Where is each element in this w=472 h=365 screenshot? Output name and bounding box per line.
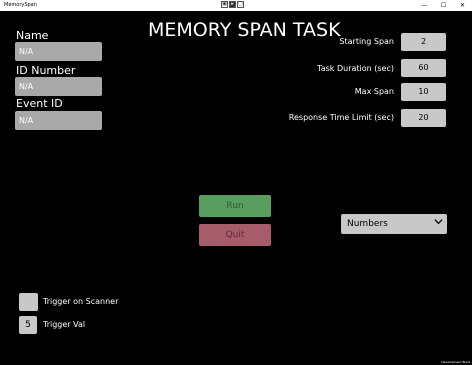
select-element-icon[interactable]: ▸ xyxy=(229,1,236,8)
page-title: MEMORY SPAN TASK xyxy=(148,19,341,41)
response-time-limit-field[interactable]: 20 xyxy=(401,109,446,127)
task-duration-field[interactable]: 60 xyxy=(401,59,446,77)
name-label: Name xyxy=(16,29,49,42)
app-name: MemorySpan xyxy=(4,2,37,8)
trigger-on-scanner-checkbox[interactable] xyxy=(19,293,38,311)
development-build-label: Development Build xyxy=(441,360,470,364)
maximize-button[interactable]: ☐ xyxy=(434,0,453,11)
window-controls: — ☐ ✕ xyxy=(415,0,472,11)
quit-button[interactable]: Quit xyxy=(199,224,271,246)
trigger-val-field[interactable]: 5 xyxy=(19,316,37,334)
window-titlebar: MemorySpan ▣ ▸ ▢ — ☐ ✕ xyxy=(0,0,472,11)
starting-span-field[interactable]: 2 xyxy=(401,33,446,51)
debug-tool-icon[interactable]: ▣ xyxy=(221,1,228,8)
trigger-on-scanner-label: Trigger on Scanner xyxy=(43,297,119,306)
response-time-limit-label: Response Time Limit (sec) xyxy=(288,113,394,122)
chevron-down-icon xyxy=(434,214,443,234)
mode-select[interactable]: Numbers xyxy=(341,214,447,234)
max-span-label: Max Span xyxy=(354,87,394,96)
starting-span-label: Starting Span xyxy=(339,37,394,46)
run-button[interactable]: Run xyxy=(199,195,271,217)
close-button[interactable]: ✕ xyxy=(453,0,472,11)
event-id-label: Event ID xyxy=(16,97,63,110)
layout-bounds-icon[interactable]: ▢ xyxy=(237,1,244,8)
mode-select-value: Numbers xyxy=(347,219,388,229)
minimize-button[interactable]: — xyxy=(415,0,434,11)
trigger-val-label: Trigger Val xyxy=(43,320,86,329)
debug-toolbar: ▣ ▸ ▢ xyxy=(221,1,244,8)
id-number-field[interactable]: N/A xyxy=(15,77,102,96)
task-duration-label: Task Duration (sec) xyxy=(317,64,394,73)
id-number-label: ID Number xyxy=(16,64,76,77)
event-id-field[interactable]: N/A xyxy=(15,111,102,130)
max-span-field[interactable]: 10 xyxy=(401,83,446,101)
name-field[interactable]: N/A xyxy=(15,42,102,61)
